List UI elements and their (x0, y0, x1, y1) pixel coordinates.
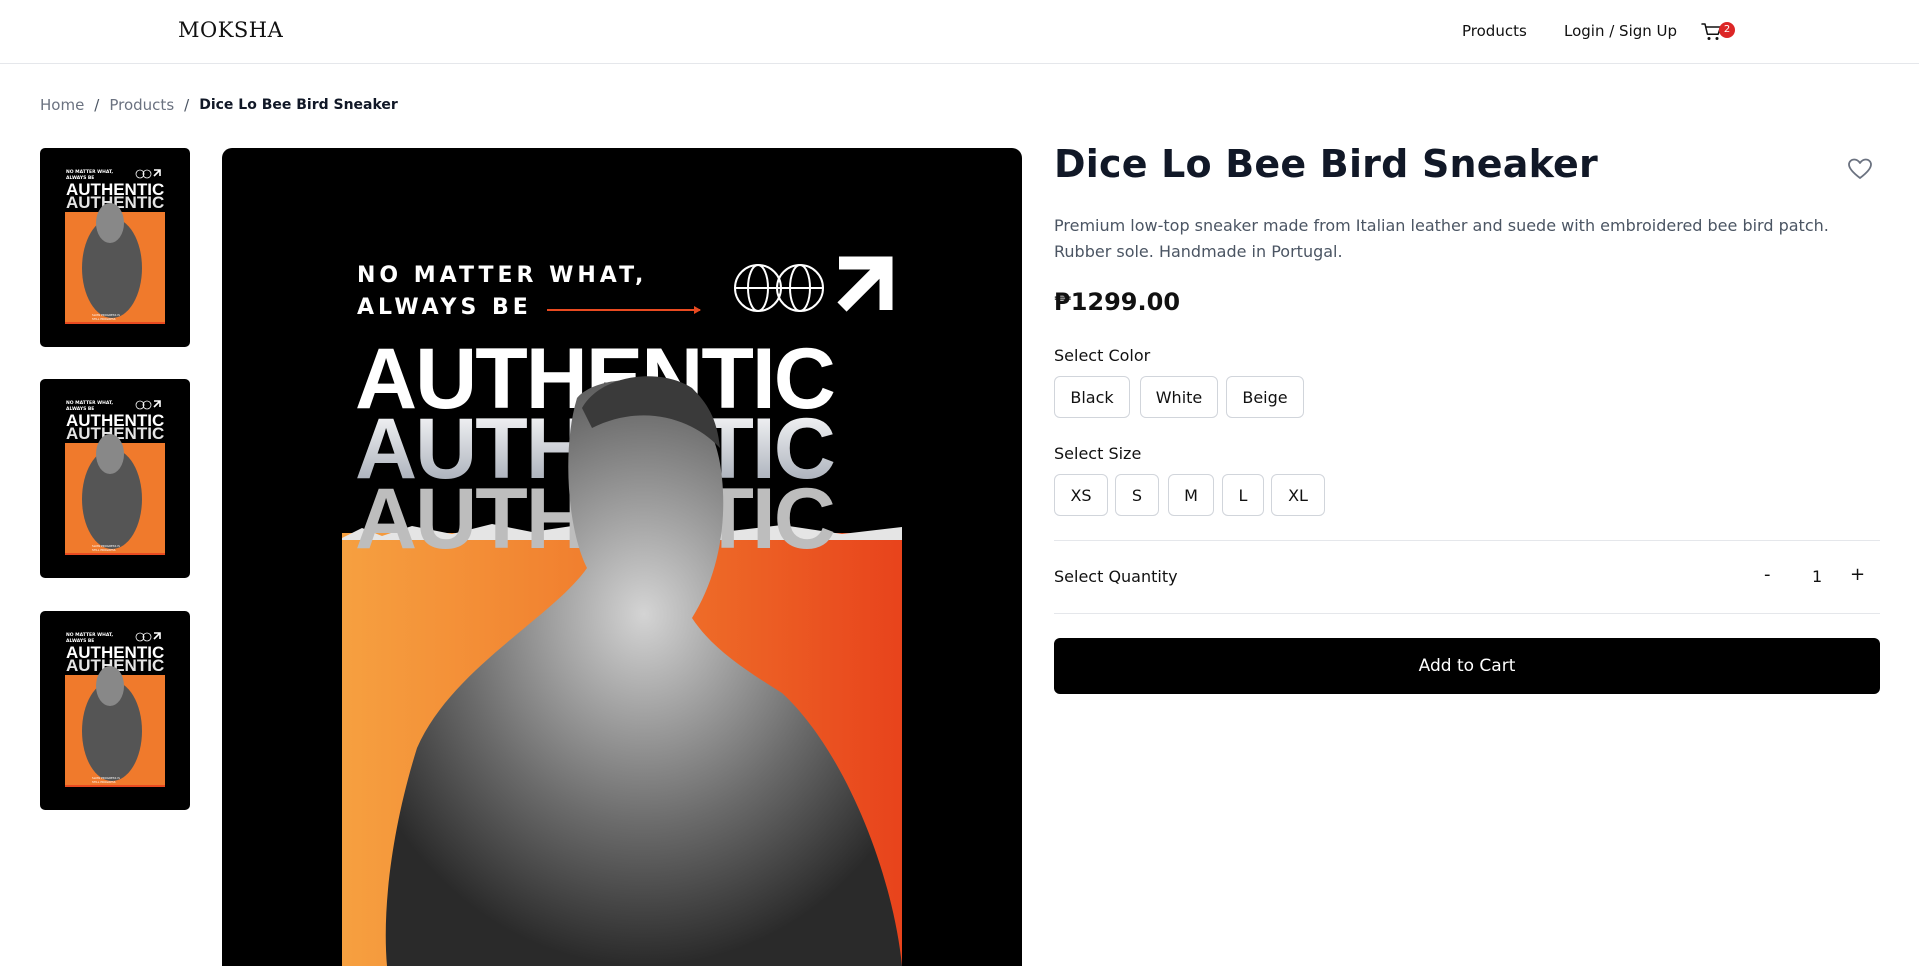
product-thumbnail-2[interactable]: NO MATTER WHAT, ALWAYS BE AUTHENTIC AUTH… (40, 379, 190, 578)
breadcrumb-separator: / (94, 96, 100, 114)
divider (1054, 613, 1880, 614)
poster-art: NO MATTER WHAT, ALWAYS BE AUTHENTIC AUTH… (342, 256, 902, 966)
poster-image: NO MATTER WHAT, ALWAYS BE AUTHENTIC AUTH… (40, 379, 190, 578)
site-logo[interactable]: MOKSHA (178, 18, 283, 42)
product-title: Dice Lo Bee Bird Sneaker (1054, 142, 1598, 186)
poster-art: NO MATTER WHAT, ALWAYS BE AUTHENTIC AUTH… (65, 632, 165, 787)
product-thumbnail-3[interactable]: NO MATTER WHAT, ALWAYS BE AUTHENTIC AUTH… (40, 611, 190, 810)
svg-text:ALWAYS BE: ALWAYS BE (357, 295, 532, 320)
svg-text:NO MATTER WHAT,: NO MATTER WHAT, (66, 400, 113, 406)
quantity-value: 1 (1812, 567, 1823, 586)
breadcrumb-separator: / (184, 96, 190, 114)
svg-text:STILL PROGRESS: STILL PROGRESS (92, 780, 116, 784)
size-label: Select Size (1054, 444, 1142, 463)
color-label: Select Color (1054, 346, 1151, 365)
divider (1054, 540, 1880, 541)
quantity-decrease-button[interactable]: - (1764, 564, 1771, 585)
size-option-m[interactable]: M (1168, 474, 1214, 516)
poster-image: NO MATTER WHAT, ALWAYS BE AUTHENTIC AUTH… (40, 148, 190, 347)
heart-icon[interactable] (1847, 157, 1873, 181)
poster-image: NO MATTER WHAT, ALWAYS BE AUTHENTIC AUTH… (40, 611, 190, 810)
svg-text:NO MATTER WHAT,: NO MATTER WHAT, (357, 263, 647, 288)
breadcrumb-current: Dice Lo Bee Bird Sneaker (199, 97, 398, 113)
product-price: ₱1299.00 (1054, 288, 1181, 316)
product-thumbnail-1[interactable]: NO MATTER WHAT, ALWAYS BE AUTHENTIC AUTH… (40, 148, 190, 347)
poster-art: NO MATTER WHAT, ALWAYS BE AUTHENTIC AUTH… (65, 169, 165, 324)
color-option-white[interactable]: White (1140, 376, 1218, 418)
product-main-image: NO MATTER WHAT, ALWAYS BE AUTHENTIC AUTH… (222, 148, 1022, 966)
breadcrumb: Home / Products / Dice Lo Bee Bird Sneak… (40, 96, 398, 114)
product-description: Premium low-top sneaker made from Italia… (1054, 216, 1829, 261)
add-to-cart-button[interactable]: Add to Cart (1054, 638, 1880, 694)
size-option-xl[interactable]: XL (1271, 474, 1325, 516)
quantity-label: Select Quantity (1054, 567, 1178, 586)
breadcrumb-home[interactable]: Home (40, 96, 84, 114)
color-option-beige[interactable]: Beige (1226, 376, 1304, 418)
svg-text:STILL PROGRESS: STILL PROGRESS (92, 317, 116, 321)
poster-art: NO MATTER WHAT, ALWAYS BE AUTHENTIC AUTH… (65, 400, 165, 555)
svg-text:NO MATTER WHAT,: NO MATTER WHAT, (66, 169, 113, 175)
quantity-increase-button[interactable]: + (1850, 564, 1865, 585)
svg-text:STILL PROGRESS: STILL PROGRESS (92, 548, 116, 552)
breadcrumb-products[interactable]: Products (109, 96, 174, 114)
site-header: MOKSHA Products Login / Sign Up 2 (0, 0, 1919, 64)
svg-text:NO MATTER WHAT,: NO MATTER WHAT, (66, 632, 113, 638)
nav-login-link[interactable]: Login / Sign Up (1564, 22, 1677, 40)
nav-products-link[interactable]: Products (1462, 22, 1527, 40)
size-option-xs[interactable]: XS (1054, 474, 1108, 516)
color-option-black[interactable]: Black (1054, 376, 1130, 418)
cart-count-badge: 2 (1719, 22, 1735, 38)
size-option-s[interactable]: S (1115, 474, 1159, 516)
size-option-l[interactable]: L (1222, 474, 1264, 516)
